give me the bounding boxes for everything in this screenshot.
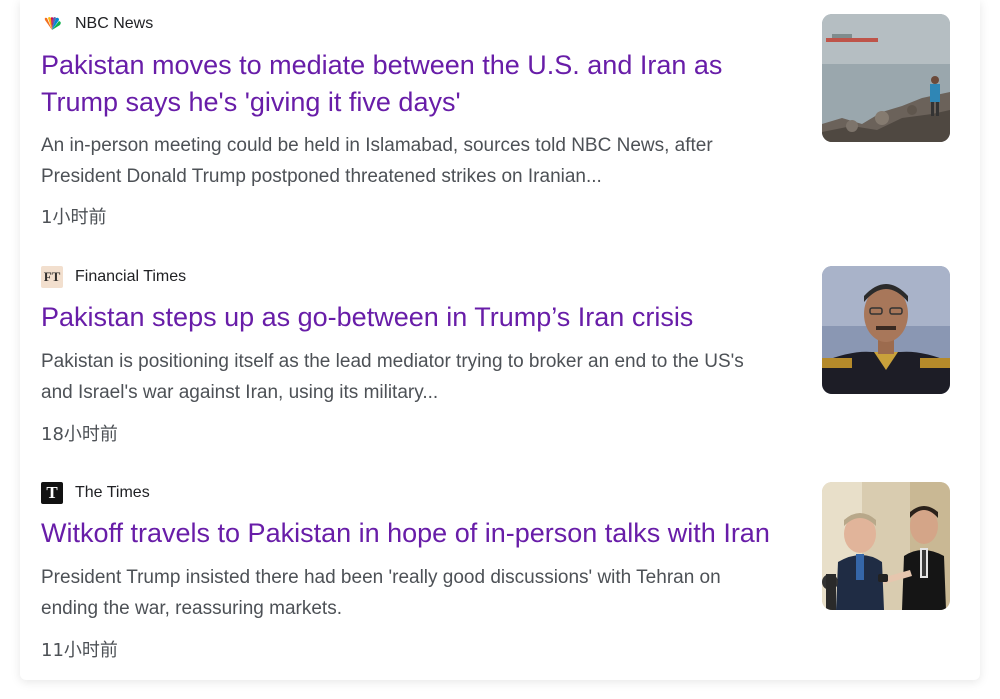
article-thumbnail[interactable] [822,14,950,142]
source-row[interactable]: FT Financial Times [41,266,186,288]
article-headline[interactable]: Witkoff travels to Pakistan in hope of i… [41,515,801,552]
snippet-line: Pakistan is positioning itself as the le… [41,351,744,372]
article-headline[interactable]: Pakistan steps up as go-between in Trump… [41,299,801,336]
news-results-card: NBC News Pakistan moves to mediate betwe… [20,0,980,680]
snippet-line: President Trump insisted there had been … [41,567,721,588]
times-logo-text: T [46,483,58,502]
headline-line: Pakistan steps up as go-between in Trump… [41,302,694,332]
article-timestamp: 1小时前 [41,207,107,228]
snippet-line: An in-person meeting could be held in Is… [41,135,713,156]
source-name: Financial Times [75,268,187,285]
harbor-rocks-photo [822,14,950,142]
source-row[interactable]: NBC News [41,13,153,35]
headline-line: Pakistan moves to mediate between the U.… [41,50,723,80]
headline-line: Witkoff travels to Pakistan in hope of i… [41,518,770,548]
snippet-line: and Israel's war against Iran, using its… [41,382,439,403]
source-row[interactable]: T The Times [41,482,150,504]
article-snippet: Pakistan is positioning itself as the le… [41,346,801,408]
ft-logo-text: FT [43,269,61,284]
the-times-logo-icon: T [41,482,63,504]
press-briefing-photo [822,482,950,610]
article-thumbnail[interactable] [822,266,950,394]
article-timestamp: 11小时前 [41,640,118,661]
source-name: NBC News [75,15,154,32]
ft-logo-icon: FT [41,266,63,288]
article-snippet: An in-person meeting could be held in Is… [41,130,801,192]
nbc-peacock-icon [41,13,63,35]
military-officer-portrait-photo [822,266,950,394]
article-timestamp: 18小时前 [41,424,118,445]
headline-line: Trump says he's 'giving it five days' [41,87,461,117]
article-snippet: President Trump insisted there had been … [41,562,801,624]
article-headline[interactable]: Pakistan moves to mediate between the U.… [41,47,801,121]
snippet-line: ending the war, reassuring markets. [41,598,342,619]
snippet-line: President Donald Trump postponed threate… [41,166,602,187]
article-thumbnail[interactable] [822,482,950,610]
source-name: The Times [75,484,150,501]
